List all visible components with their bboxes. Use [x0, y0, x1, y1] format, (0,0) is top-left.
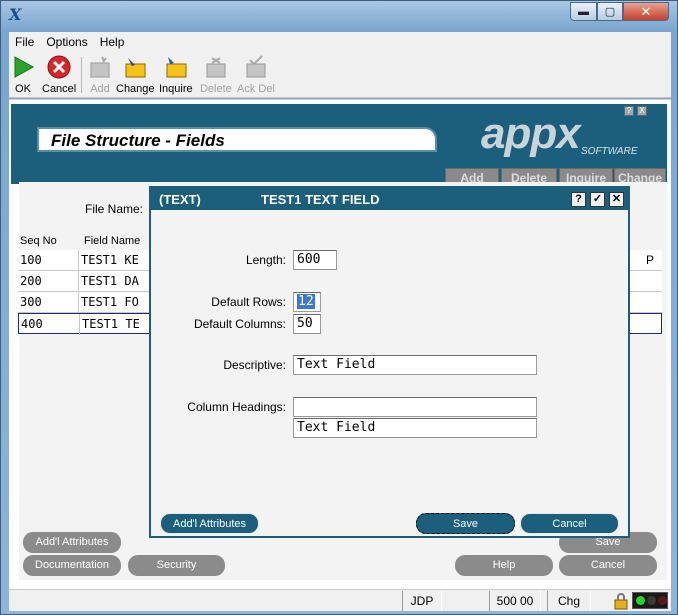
inquire-tool-label: Inquire: [159, 83, 193, 95]
row-field: TEST1 KE: [81, 253, 139, 267]
row-divider: [78, 250, 79, 271]
dialog-addl-attributes-button[interactable]: Add'l Attributes: [160, 513, 259, 534]
dialog-header: (TEXT) TEST1 TEXT FIELD ? ✓ ✕: [151, 188, 628, 210]
app-window: X ▬ ▢ ✕ File Options Help OK Cancel Add …: [0, 0, 678, 615]
minimize-button[interactable]: ▬: [570, 2, 597, 21]
change-tool-button[interactable]: Change: [116, 55, 155, 95]
dialog-type: (TEXT): [159, 192, 201, 207]
length-input[interactable]: 600: [293, 250, 337, 270]
cancel-button[interactable]: Cancel: [559, 555, 657, 576]
status-lights-icon: [632, 592, 668, 609]
row-p-flag: P: [645, 253, 654, 267]
column-heading-2-input[interactable]: Text Field: [293, 418, 537, 438]
menu-help[interactable]: Help: [94, 35, 131, 49]
column-heading-1-input[interactable]: [293, 397, 537, 417]
row-field: TEST1 FO: [81, 295, 139, 309]
yellow-light-icon: [647, 596, 656, 605]
dialog-title: TEST1 TEXT FIELD: [261, 192, 380, 207]
app-x-icon: X: [9, 5, 22, 24]
title-bar: X ▬ ▢ ✕: [1, 1, 677, 31]
default-rows-input[interactable]: 12: [293, 292, 321, 312]
checkmark-icon[interactable]: ✓: [590, 192, 605, 207]
delete-icon: [206, 57, 226, 78]
default-rows-label: Default Rows:: [211, 295, 286, 309]
ok-tool-label: OK: [15, 83, 31, 95]
cancel-tool-label: Cancel: [42, 83, 77, 95]
column-headings-label: Column Headings:: [187, 400, 286, 414]
status-user: JDP: [402, 591, 442, 611]
help-button[interactable]: Help: [455, 555, 553, 576]
seq-no-header: Seq No: [20, 235, 57, 247]
page-title: File Structure - Fields: [37, 127, 437, 152]
change-tool-label: Change: [116, 83, 155, 95]
cancel-x-icon: [47, 55, 71, 79]
default-rows-value: 12: [297, 294, 315, 309]
row-divider: [78, 271, 79, 292]
delete-tool-label: Delete: [200, 83, 232, 95]
length-label: Length:: [245, 253, 286, 267]
row-divider: [78, 292, 79, 313]
add-tool-button[interactable]: Add: [88, 55, 112, 95]
play-arrow-icon: [14, 56, 35, 78]
toolbar: OK Cancel Add Change Inquire Delete Ack …: [9, 52, 671, 98]
add-icon: [90, 56, 110, 78]
row-seq: 200: [20, 274, 42, 288]
menu-bar: File Options Help: [9, 32, 671, 52]
text-field-dialog: (TEXT) TEST1 TEXT FIELD ? ✓ ✕ Length: 60…: [149, 186, 630, 538]
appx-logo: appx: [481, 109, 581, 158]
menu-file[interactable]: File: [9, 35, 40, 49]
maximize-icon: ▢: [604, 6, 616, 18]
ack-delete-icon: [246, 55, 266, 78]
lock-icon: [614, 593, 628, 610]
ok-tool-button[interactable]: OK: [11, 55, 35, 95]
add-tool-label: Add: [90, 83, 110, 95]
maximize-button[interactable]: ▢: [597, 2, 623, 21]
row-field: TEST1 DA: [81, 274, 139, 288]
appx-logo-sub: SOFTWARE: [581, 146, 638, 157]
close-icon[interactable]: ✕: [609, 192, 624, 207]
file-name-label: File Name:: [85, 202, 144, 216]
minimize-icon: ▬: [578, 5, 589, 18]
status-mode: Chg: [547, 591, 591, 611]
row-seq: 300: [20, 295, 42, 309]
row-field: TEST1 TE: [82, 317, 140, 331]
delete-tool-button[interactable]: Delete: [200, 55, 232, 95]
dialog-save-button[interactable]: Save: [416, 513, 515, 534]
panel-help-icon[interactable]: ?: [624, 106, 634, 116]
close-button[interactable]: ✕: [623, 2, 669, 21]
status-amount: 500 00: [489, 591, 541, 611]
red-light-icon: [658, 596, 667, 605]
field-name-header: Field Name: [84, 235, 141, 247]
toolbar-separator: [81, 57, 82, 93]
default-columns-label: Default Columns:: [193, 317, 286, 331]
header-panel: ? X File Structure - Fields appx SOFTWAR…: [11, 104, 667, 186]
cancel-tool-button[interactable]: Cancel: [42, 55, 76, 95]
default-columns-input[interactable]: 50: [293, 314, 321, 334]
dialog-cancel-button[interactable]: Cancel: [520, 513, 619, 534]
descriptive-label: Descriptive:: [223, 358, 286, 372]
row-seq: 400: [21, 317, 43, 331]
row-seq: 100: [20, 253, 42, 267]
green-light-icon: [636, 596, 645, 605]
ack-del-tool-button[interactable]: Ack Del: [237, 55, 275, 95]
help-icon[interactable]: ?: [571, 192, 586, 207]
inquire-tool-button[interactable]: Inquire: [159, 55, 193, 95]
close-icon: ✕: [640, 3, 652, 19]
status-bar: JDP 500 00 Chg: [9, 589, 671, 611]
panel-close-icon[interactable]: X: [637, 106, 647, 116]
change-icon: [125, 58, 146, 78]
descriptive-input[interactable]: Text Field: [293, 355, 537, 375]
menu-options[interactable]: Options: [40, 35, 93, 49]
ack-del-tool-label: Ack Del: [237, 83, 275, 95]
inquire-icon: [166, 57, 187, 78]
documentation-button[interactable]: Documentation: [23, 555, 121, 576]
security-button[interactable]: Security: [128, 555, 225, 576]
row-divider: [79, 314, 80, 335]
addl-attributes-button[interactable]: Add'l Attributes: [23, 532, 121, 553]
